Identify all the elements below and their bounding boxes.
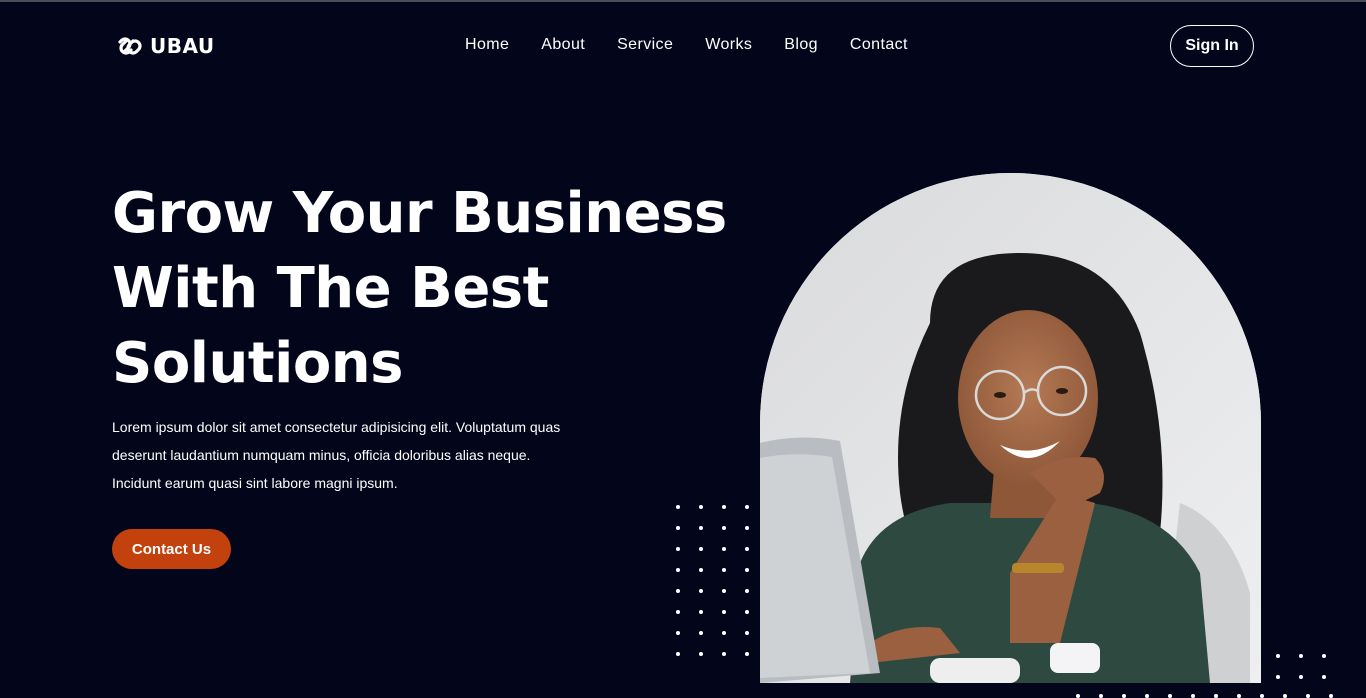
landing-page: UBAU Home About Service Works Blog Conta… xyxy=(0,0,1366,698)
chain-link-icon xyxy=(118,37,142,55)
dot-pattern-right xyxy=(1276,654,1326,679)
nav-blog[interactable]: Blog xyxy=(784,36,818,54)
hero-title-line: Grow Your Business xyxy=(112,181,727,246)
brand-logo[interactable]: UBAU xyxy=(112,32,215,60)
dot-pattern-bottom xyxy=(1076,694,1333,698)
hero-title-line: Solutions xyxy=(112,331,404,396)
hero-description-line: Incidunt earum quasi sint labore magni i… xyxy=(112,475,398,491)
hero-description-line: Lorem ipsum dolor sit amet consectetur a… xyxy=(112,419,561,435)
nav-service[interactable]: Service xyxy=(617,36,673,54)
brand-name: UBAU xyxy=(150,34,215,58)
woman-portrait-photo xyxy=(760,173,1261,683)
dot-pattern-left xyxy=(676,505,749,656)
nav-contact[interactable]: Contact xyxy=(850,36,908,54)
main-nav: Home About Service Works Blog Contact xyxy=(465,36,940,54)
nav-works[interactable]: Works xyxy=(705,36,752,54)
hero-title: Grow Your Business With The Best Solutio… xyxy=(112,176,727,401)
sign-in-button[interactable]: Sign In xyxy=(1170,25,1254,67)
contact-us-button[interactable]: Contact Us xyxy=(112,529,231,569)
hero-description: Lorem ipsum dolor sit amet consectetur a… xyxy=(112,413,612,497)
hero-description-line: deserunt laudantium numquam minus, offic… xyxy=(112,447,531,463)
hero-title-line: With The Best xyxy=(112,256,549,321)
hero-image xyxy=(760,173,1261,683)
nav-about[interactable]: About xyxy=(541,36,585,54)
nav-home[interactable]: Home xyxy=(465,36,509,54)
